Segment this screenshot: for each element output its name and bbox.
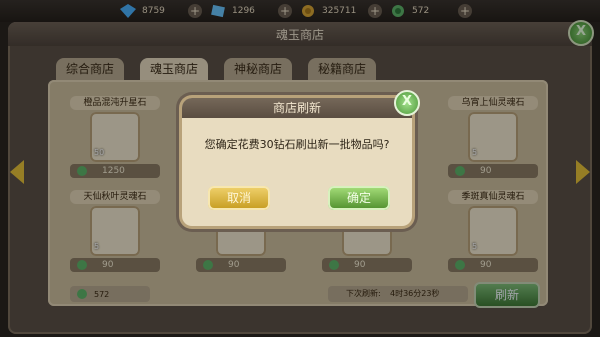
refresh-dialog: 商店刷新 X 您确定花费30钻石刷出新一批物品吗? 取消 确定: [182, 90, 420, 226]
dialog-message: 您确定花费30钻石刷出新一批物品吗?: [204, 138, 390, 151]
dialog-title: 商店刷新: [182, 98, 412, 118]
dialog-close-button[interactable]: X: [394, 90, 420, 116]
confirm-button[interactable]: 确定: [328, 186, 390, 210]
cancel-button[interactable]: 取消: [208, 186, 270, 210]
